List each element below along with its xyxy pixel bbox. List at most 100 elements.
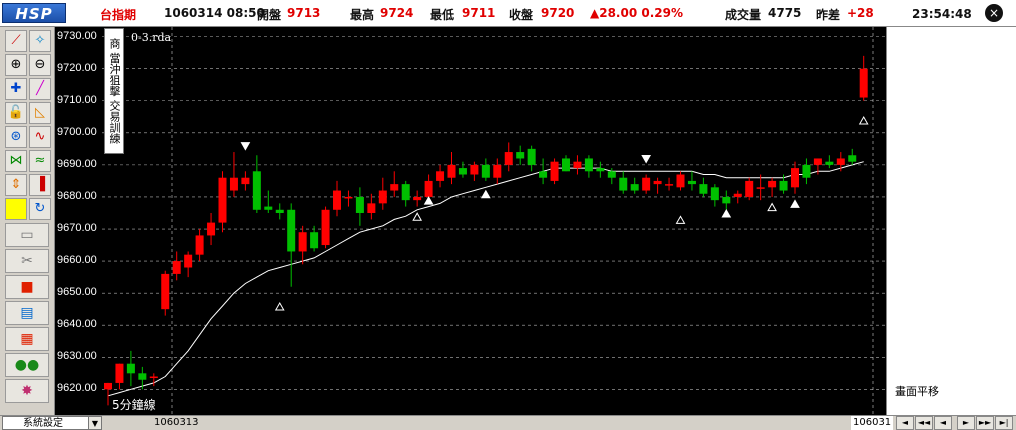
signal-marker: [412, 212, 423, 221]
refresh-icon[interactable]: ↻: [29, 198, 51, 220]
updown-icon[interactable]: ⇕: [5, 174, 27, 196]
close-icon[interactable]: ×: [985, 4, 1003, 22]
right-panel: 畫面平移: [886, 27, 1016, 415]
y-tick-label: 9660.00: [57, 254, 97, 267]
nav-next-icon[interactable]: ►: [957, 416, 975, 430]
candle-body: [642, 177, 651, 191]
wave-icon[interactable]: ∿: [29, 126, 51, 148]
pointer-icon[interactable]: ✧: [29, 30, 51, 52]
fan-icon[interactable]: ⋈: [5, 150, 27, 172]
candle-body: [481, 164, 490, 178]
candle-body: [378, 190, 387, 204]
signal-marker: [858, 115, 869, 125]
open-value: 9713: [287, 6, 321, 20]
candle-body: [665, 184, 674, 186]
low-value: 9711: [462, 6, 496, 20]
signal-marker: [423, 196, 434, 205]
signal-marker: [721, 208, 732, 218]
angle-icon[interactable]: ◺: [29, 102, 51, 124]
candle-body: [321, 209, 330, 246]
folder-icon[interactable]: ▭: [5, 223, 49, 247]
crossover-icon[interactable]: ≈: [29, 150, 51, 172]
candle-body: [390, 184, 399, 191]
candle-body: [733, 193, 742, 197]
system-settings-label: 系統設定: [23, 418, 63, 429]
nav-forward-icon[interactable]: ►►: [976, 416, 994, 430]
candle-body: [699, 184, 708, 194]
candle-body: [745, 180, 754, 197]
candle-body: [813, 158, 822, 165]
signal-marker: [240, 142, 251, 151]
trendline-icon[interactable]: ⟋: [5, 30, 27, 52]
candle-body: [687, 180, 696, 185]
scissors-icon[interactable]: ✂: [5, 249, 49, 273]
chart-canvas[interactable]: [102, 27, 886, 415]
signal-marker: [675, 215, 686, 224]
grid-icon[interactable]: ▦: [5, 327, 49, 351]
y-tick-label: 9640.00: [57, 318, 97, 331]
chevron-down-icon[interactable]: ▼: [88, 416, 102, 430]
date-time: 1060314 08:50: [164, 6, 265, 20]
candle-body: [115, 363, 124, 383]
burst-icon[interactable]: ✸: [5, 379, 49, 403]
candle-body: [298, 232, 307, 252]
y-tick-label: 9700.00: [57, 125, 97, 138]
candle-body: [207, 222, 216, 236]
stop-icon[interactable]: ■: [5, 275, 49, 299]
y-tick-label: 9680.00: [57, 189, 97, 202]
close-value: 9720: [541, 6, 575, 20]
candle-body: [413, 196, 422, 201]
candle-body: [458, 168, 467, 175]
high-value: 9724: [380, 6, 414, 20]
candle-body: [710, 187, 719, 201]
app-window: HSP 台指期 1060314 08:50 開盤 9713 最高 9724 最低…: [0, 0, 1016, 430]
cycle-icon[interactable]: ⊛: [5, 126, 27, 148]
candle-body: [802, 164, 811, 178]
candle-body: [516, 152, 525, 159]
system-settings-select[interactable]: 系統設定: [2, 416, 102, 430]
bottom-bar: 系統設定 ▼ 1060313 106031 ◄ ◄◄ ◄ ► ►► ►|: [0, 415, 1016, 430]
candle-body: [218, 177, 227, 223]
y-tick-label: 9630.00: [57, 350, 97, 363]
quote-header: HSP 台指期 1060314 08:50 開盤 9713 最高 9724 最低…: [0, 0, 1016, 27]
line-draw-icon[interactable]: ╱: [29, 78, 51, 100]
strategy-side-text: 當沖狙擊 交易訓練: [108, 52, 121, 145]
low-label: 最低: [430, 8, 455, 22]
nav-prev-icon[interactable]: ◄: [896, 416, 914, 430]
candle-body: [149, 376, 158, 379]
candle-body: [859, 68, 868, 98]
diff-label: 昨差: [816, 8, 841, 22]
zoom-in-icon[interactable]: ⊕: [5, 54, 27, 76]
candlestick-chart[interactable]: [102, 27, 886, 415]
people-icon[interactable]: ●●: [5, 353, 49, 377]
y-tick-label: 9690.00: [57, 157, 97, 170]
candle-body: [367, 203, 376, 213]
close-label: 收盤: [509, 8, 534, 22]
y-tick-label: 9720.00: [57, 61, 97, 74]
diff-value: +28: [847, 6, 874, 20]
nav-end-icon[interactable]: ►|: [995, 416, 1013, 430]
color-icon[interactable]: [5, 198, 27, 220]
candle-body: [184, 254, 193, 268]
open-label: 開盤: [257, 8, 282, 22]
nav-back-icon[interactable]: ◄: [934, 416, 952, 430]
candle-body: [287, 209, 296, 252]
signal-marker: [641, 154, 652, 164]
candle-body: [333, 190, 341, 210]
candle-body: [229, 177, 238, 191]
nav-rewind-icon[interactable]: ◄◄: [915, 416, 933, 430]
zoom-out-icon[interactable]: ⊖: [29, 54, 51, 76]
signal-marker: [790, 199, 800, 208]
candle-body: [470, 164, 479, 175]
bar-icon[interactable]: ▐: [29, 174, 51, 196]
y-tick-label: 9730.00: [57, 29, 97, 42]
crosshair-icon[interactable]: ✚: [5, 78, 27, 100]
candle-body: [424, 180, 433, 197]
candle-body: [241, 177, 250, 185]
candle-body: [836, 158, 845, 165]
candle-body: [756, 187, 765, 189]
candle-body: [527, 148, 536, 165]
lock-icon[interactable]: 🔓: [5, 102, 27, 124]
signal-marker: [767, 202, 777, 212]
document-icon[interactable]: ▤: [5, 301, 49, 325]
